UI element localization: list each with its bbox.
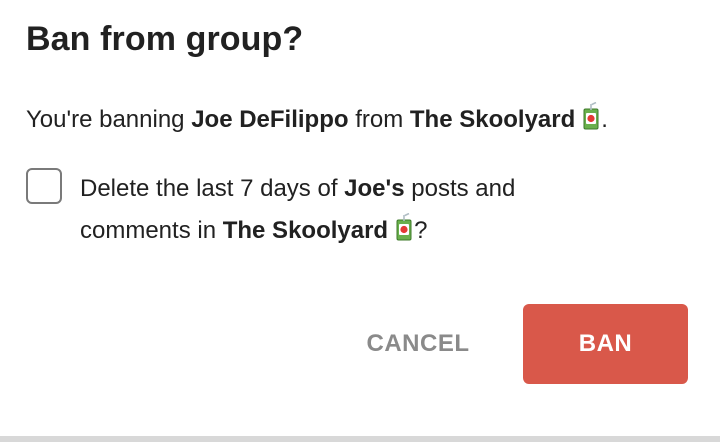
option-line2-suffix: ?: [414, 217, 428, 244]
message-suffix: .: [601, 106, 608, 133]
option-line-2: comments in The Skoolyard?: [80, 210, 600, 255]
option-line-1: Delete the last 7 days of Joe's posts an…: [80, 168, 600, 210]
dialog-title: Ban from group?: [26, 20, 304, 58]
ban-button[interactable]: BAN: [523, 304, 688, 384]
option-line1-prefix: Delete the last 7 days of: [80, 175, 345, 202]
bottom-divider: [0, 436, 720, 442]
option-line1-suffix: posts and: [404, 175, 516, 202]
message-middle: from: [348, 106, 410, 133]
ban-message: You're banning Joe DeFilippo from The Sk…: [26, 101, 608, 140]
option-user-possessive: Joe's: [344, 175, 405, 202]
delete-posts-label: Delete the last 7 days of Joe's posts an…: [80, 168, 600, 255]
juice-box-icon: [581, 101, 601, 140]
juice-box-icon: [394, 212, 414, 255]
option-line2-prefix: comments in: [80, 217, 223, 244]
group-name: The Skoolyard: [409, 106, 576, 133]
banned-user-name: Joe DeFilippo: [191, 106, 349, 133]
message-prefix: You're banning: [26, 106, 192, 133]
option-group-name: The Skoolyard: [222, 217, 389, 244]
cancel-button[interactable]: CANCEL: [348, 304, 488, 384]
delete-posts-checkbox[interactable]: [26, 168, 62, 204]
ban-dialog: Ban from group? You're banning Joe DeFil…: [0, 0, 720, 436]
